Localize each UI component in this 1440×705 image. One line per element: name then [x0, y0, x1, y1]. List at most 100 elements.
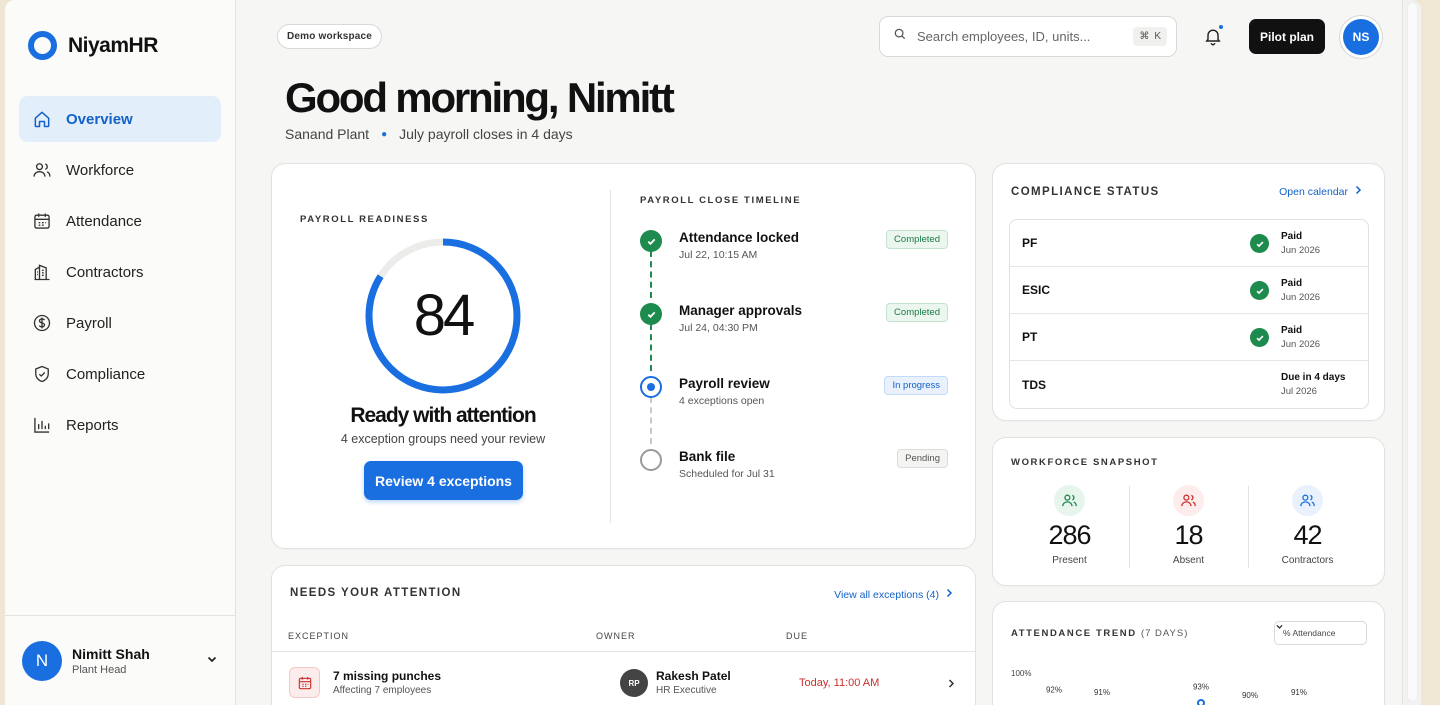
sidebar-item-compliance[interactable]: Compliance: [19, 351, 221, 397]
column-header[interactable]: OWNER: [596, 631, 636, 641]
users-icon: [32, 160, 52, 180]
stat-value: 286: [1048, 520, 1091, 550]
brand-name: NiyamHR: [68, 33, 158, 57]
keyboard-shortcut: ⌘ K: [1133, 27, 1167, 46]
attendance-trend-chart: 100% 92% 91% 93% 90% 91%: [1011, 669, 1307, 705]
search-box[interactable]: ⌘K: [879, 16, 1177, 57]
user-name: Nimitt Shah: [72, 645, 150, 662]
shield-icon: [32, 364, 52, 384]
chevron-right-icon[interactable]: [947, 676, 955, 694]
check-circle-icon: [1250, 234, 1269, 253]
due-time: Today, 11:00 AM: [799, 677, 880, 689]
step-title: Bank file: [679, 449, 736, 464]
sidebar-item-attendance[interactable]: Attendance: [19, 198, 221, 244]
chevron-right-icon: [945, 588, 953, 601]
sidebar-item-label: Payroll: [66, 314, 112, 332]
step-time: Scheduled for Jul 31: [679, 468, 775, 480]
sidebar-item-label: Overview: [66, 110, 133, 128]
table-row[interactable]: ESIC Paid Jun 2026: [1010, 267, 1368, 314]
bell-icon[interactable]: [1203, 25, 1223, 52]
compliance-status: Paid: [1281, 325, 1303, 336]
chevron-down-icon[interactable]: [206, 652, 218, 670]
stat-label: Present: [1052, 555, 1087, 566]
owner-name: Rakesh Patel: [656, 669, 731, 683]
check-circle-icon: [1250, 281, 1269, 300]
compliance-status: Paid: [1281, 278, 1303, 289]
exception-subtitle: Affecting 7 employees: [333, 685, 432, 696]
sidebar-item-label: Attendance: [66, 212, 142, 230]
building-icon: [32, 262, 52, 282]
divider: [610, 190, 611, 523]
sidebar: NiyamHR Overview Workforce Attendance Co…: [5, 0, 236, 705]
sidebar-item-workforce[interactable]: Workforce: [19, 147, 221, 193]
sidebar-item-label: Workforce: [66, 161, 135, 179]
sidebar-item-overview[interactable]: Overview: [19, 96, 221, 142]
data-label: 91%: [1094, 688, 1110, 697]
stat-absent[interactable]: 18 Absent: [1129, 485, 1248, 568]
table-row[interactable]: PF Paid Jun 2026: [1010, 220, 1368, 267]
open-calendar-link[interactable]: Open calendar: [1279, 185, 1362, 198]
compliance-status: Paid: [1281, 231, 1303, 242]
calendar-icon: [32, 211, 52, 231]
step-time: 4 exceptions open: [679, 395, 765, 407]
data-label: 90%: [1242, 691, 1258, 700]
compliance-date: Jun 2026: [1281, 339, 1321, 350]
brand[interactable]: NiyamHR: [28, 31, 158, 60]
exception-title: 7 missing punches: [333, 669, 442, 683]
sidebar-item-contractors[interactable]: Contractors: [19, 249, 221, 295]
avatar[interactable]: NS: [1343, 19, 1379, 55]
compliance-status: Due in 4 days: [1281, 372, 1346, 383]
sidebar-item-reports[interactable]: Reports: [19, 402, 221, 448]
status-badge: In progress: [884, 376, 948, 395]
trend-point[interactable]: [1197, 699, 1205, 705]
stat-label: Contractors: [1281, 555, 1334, 566]
workspace-chip[interactable]: Demo workspace: [277, 24, 383, 49]
compliance-date: Jul 2026: [1281, 386, 1317, 397]
user-role: Plant Head: [72, 663, 127, 676]
readiness-title: Ready with attention: [350, 404, 536, 427]
page-subtitle: Sanand Plant ● July payroll closes in 4 …: [285, 126, 573, 142]
calendar-icon: [289, 667, 320, 698]
sidebar-item-label: Reports: [66, 416, 119, 434]
payroll-note: July payroll closes in 4 days: [399, 126, 573, 142]
user-menu[interactable]: N Nimitt Shah Plant Head: [5, 615, 236, 705]
stat-contractors[interactable]: 42 Contractors: [1248, 485, 1367, 568]
data-label: 93%: [1193, 683, 1209, 692]
compliance-status-card: COMPLIANCE STATUS Open calendar PF Paid …: [992, 163, 1385, 421]
timeline-step: Payroll review 4 exceptions open In prog…: [640, 373, 948, 423]
link-label: Open calendar: [1279, 185, 1348, 198]
pilot-plan-button[interactable]: Pilot plan: [1249, 19, 1325, 54]
timeline-step: Manager approvals Jul 24, 04:30 PM Compl…: [640, 300, 948, 350]
needs-attention-card: NEEDS YOUR ATTENTION View all exceptions…: [271, 565, 976, 705]
table-row[interactable]: TDS Due in 4 days Jul 2026: [1010, 361, 1368, 408]
search-input[interactable]: [917, 29, 1117, 44]
column-header[interactable]: EXCEPTION: [288, 631, 349, 641]
timeline-step: Attendance locked Jul 22, 10:15 AM Compl…: [640, 227, 948, 277]
app-window: NiyamHR Overview Workforce Attendance Co…: [5, 0, 1421, 705]
sidebar-item-payroll[interactable]: Payroll: [19, 300, 221, 346]
workforce-eyebrow: WORKFORCE SNAPSHOT: [1011, 457, 1159, 468]
compliance-table: PF Paid Jun 2026 ESIC Paid Jun 2026 PT P…: [1009, 219, 1369, 409]
bar-chart-icon: [32, 415, 52, 435]
brand-logo-icon: [28, 31, 57, 60]
column-header[interactable]: DUE: [786, 631, 808, 641]
table-row[interactable]: 7 missing punches Affecting 7 employees …: [272, 652, 975, 705]
stat-present[interactable]: 286 Present: [1010, 485, 1129, 568]
compliance-name: PF: [1022, 236, 1038, 250]
separator-dot: ●: [381, 128, 388, 140]
scrollbar[interactable]: [1402, 0, 1421, 705]
data-label: 92%: [1046, 685, 1062, 694]
status-badge: Completed: [886, 303, 948, 322]
notification-dot: [1219, 25, 1223, 29]
step-time: Jul 22, 10:15 AM: [679, 249, 758, 261]
review-exceptions-button[interactable]: Review 4 exceptions: [364, 461, 523, 500]
view-all-exceptions-link[interactable]: View all exceptions (4): [834, 588, 953, 601]
readiness-eyebrow: PAYROLL READINESS: [300, 214, 429, 225]
table-row[interactable]: PT Paid Jun 2026: [1010, 314, 1368, 361]
y-axis-label: 100%: [1011, 669, 1031, 678]
check-icon: [640, 303, 662, 325]
scrollbar-thumb[interactable]: [1407, 2, 1418, 702]
avatar: N: [22, 640, 62, 681]
compliance-eyebrow: COMPLIANCE STATUS: [1011, 186, 1160, 198]
page-title: Good morning, Nimitt: [285, 74, 675, 121]
